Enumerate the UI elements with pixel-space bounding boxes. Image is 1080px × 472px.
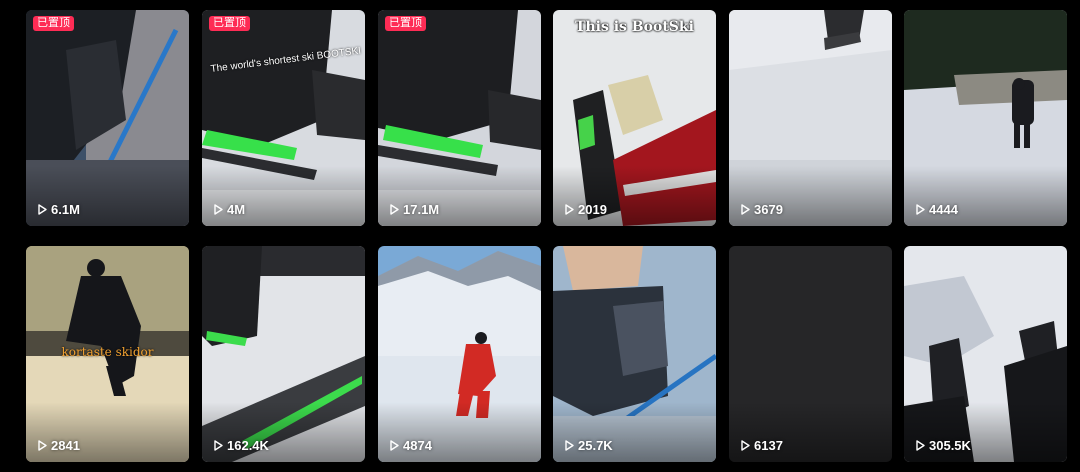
pinned-badge: 已置顶 (385, 16, 426, 31)
pinned-badge: 已置顶 (209, 16, 250, 31)
view-count-text: 25.7K (578, 438, 613, 453)
thumbnail-gradient (26, 402, 189, 462)
view-count: 6.1M (38, 202, 80, 217)
pinned-badge: 已置顶 (33, 16, 74, 31)
video-card[interactable]: 305.5K (904, 246, 1067, 462)
video-grid: 已置顶 6.1M 已置顶 The world's shortest ski BO… (0, 0, 1080, 472)
play-icon (390, 204, 399, 215)
thumbnail-gradient (202, 166, 365, 226)
video-card[interactable]: 4874 (378, 246, 541, 462)
view-count: 162.4K (214, 438, 269, 453)
view-count: 305.5K (916, 438, 971, 453)
thumbnail-gradient (553, 166, 716, 226)
view-count: 2019 (565, 202, 607, 217)
view-count-text: 4874 (403, 438, 432, 453)
view-count-text: 3679 (754, 202, 783, 217)
video-card[interactable]: 25.7K (553, 246, 716, 462)
play-icon (38, 440, 47, 451)
view-count: 3679 (741, 202, 783, 217)
view-count: 2841 (38, 438, 80, 453)
view-count-text: 6137 (754, 438, 783, 453)
play-icon (741, 440, 750, 451)
video-caption-overlay: This is BootSki (575, 19, 694, 35)
video-caption-overlay: kortaste skidor (61, 345, 154, 359)
play-icon (214, 440, 223, 451)
video-card[interactable]: 3679 (729, 10, 892, 226)
view-count-text: 2841 (51, 438, 80, 453)
thumbnail-gradient (202, 402, 365, 462)
view-count-text: 4444 (929, 202, 958, 217)
view-count: 6137 (741, 438, 783, 453)
video-card[interactable]: This is BootSki 2019 (553, 10, 716, 226)
video-card[interactable]: 6137 (729, 246, 892, 462)
view-count-text: 305.5K (929, 438, 971, 453)
view-count-text: 6.1M (51, 202, 80, 217)
video-card[interactable]: 已置顶 17.1M (378, 10, 541, 226)
video-card[interactable]: 162.4K (202, 246, 365, 462)
thumbnail-gradient (553, 402, 716, 462)
thumbnail-gradient (729, 166, 892, 226)
video-card[interactable]: 已置顶 The world's shortest ski BOOTSKI 4M (202, 10, 365, 226)
play-icon (565, 204, 574, 215)
video-card[interactable]: 4444 (904, 10, 1067, 226)
thumbnail-gradient (729, 402, 892, 462)
video-card[interactable]: kortaste skidor 2841 (26, 246, 189, 462)
view-count-text: 4M (227, 202, 246, 217)
view-count: 4M (214, 202, 245, 217)
video-card[interactable]: 已置顶 6.1M (26, 10, 189, 226)
play-icon (741, 204, 750, 215)
play-icon (390, 440, 399, 451)
thumbnail-gradient (26, 166, 189, 226)
view-count: 4444 (916, 202, 958, 217)
view-count: 25.7K (565, 438, 613, 453)
view-count-text: 17.1M (403, 202, 440, 217)
play-icon (214, 204, 223, 215)
play-icon (916, 440, 925, 451)
play-icon (38, 204, 47, 215)
view-count-text: 162.4K (227, 438, 269, 453)
view-count-text: 2019 (578, 202, 607, 217)
thumbnail-gradient (378, 166, 541, 226)
view-count: 4874 (390, 438, 432, 453)
thumbnail-gradient (904, 166, 1067, 226)
thumbnail-gradient (904, 402, 1067, 462)
play-icon (565, 440, 574, 451)
thumbnail-gradient (378, 402, 541, 462)
view-count: 17.1M (390, 202, 439, 217)
play-icon (916, 204, 925, 215)
